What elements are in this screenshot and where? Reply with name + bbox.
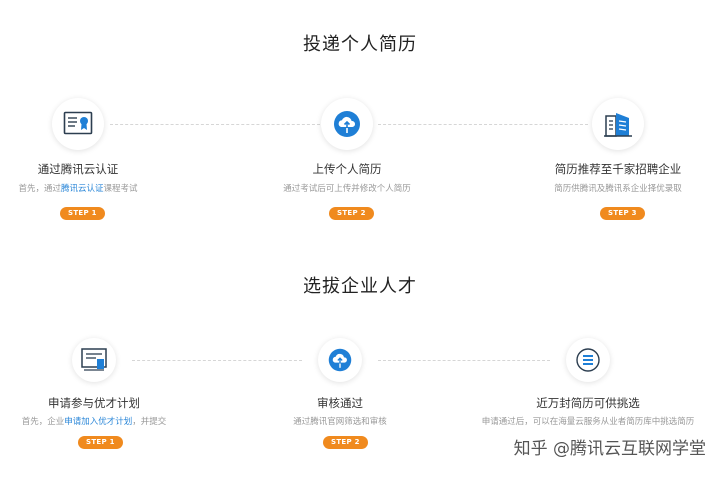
section-title-resume: 投递个人简历 bbox=[303, 34, 417, 55]
step-description: 首先，通过腾讯云认证课程考试 bbox=[0, 182, 218, 194]
step-badge: STEP 3 bbox=[600, 207, 645, 220]
watermark: 知乎 @腾讯云互联网学堂 bbox=[513, 439, 706, 459]
join-talent-program-link[interactable]: 申请加入优才计划 bbox=[64, 417, 132, 427]
tencent-cloud-certification-link[interactable]: 腾讯云认证 bbox=[61, 184, 104, 194]
certificate-icon bbox=[52, 98, 104, 150]
step-badge: STEP 1 bbox=[60, 207, 105, 220]
step-connector bbox=[132, 360, 302, 361]
cloud-upload-icon bbox=[321, 98, 373, 150]
step-badge: STEP 2 bbox=[329, 207, 374, 220]
step-badge: STEP 2 bbox=[323, 436, 368, 449]
step-description-text: ，并提交 bbox=[132, 417, 167, 427]
section-title-talent: 选拔企业人才 bbox=[303, 276, 417, 297]
step-connector bbox=[378, 360, 550, 361]
step-description: 通过腾讯官网筛选和审核 bbox=[293, 417, 387, 427]
step-description: 申请通过后，可以在海量云服务从业者简历库中挑选简历 bbox=[481, 417, 695, 427]
step-title: 上传个人简历 bbox=[312, 162, 382, 176]
step-description-text: 首先，企业 bbox=[21, 417, 65, 427]
step-description: 首先，企业申请加入优才计划，并提交 bbox=[0, 415, 234, 427]
step-title: 简历推荐至千家招聘企业 bbox=[554, 162, 682, 176]
step-description-text: 首先，通过 bbox=[18, 184, 61, 194]
step-badge: STEP 1 bbox=[78, 436, 123, 449]
step-connector bbox=[110, 124, 320, 125]
step-title: 近万封简历可供挑选 bbox=[536, 396, 640, 410]
step-connector bbox=[378, 124, 588, 125]
buildings-icon bbox=[592, 98, 644, 150]
step-description: 简历供腾讯及腾讯系企业择优录取 bbox=[554, 184, 682, 194]
cloud-upload-icon bbox=[318, 338, 362, 382]
step-title: 审核通过 bbox=[317, 396, 363, 410]
step-description: 通过考试后可上传并修改个人简历 bbox=[283, 184, 411, 194]
step-title: 申请参与优才计划 bbox=[48, 396, 140, 410]
application-form-icon bbox=[72, 338, 116, 382]
step-description-text: 课程考试 bbox=[103, 184, 138, 194]
list-icon bbox=[566, 338, 610, 382]
step-title: 通过腾讯云认证 bbox=[37, 162, 119, 176]
